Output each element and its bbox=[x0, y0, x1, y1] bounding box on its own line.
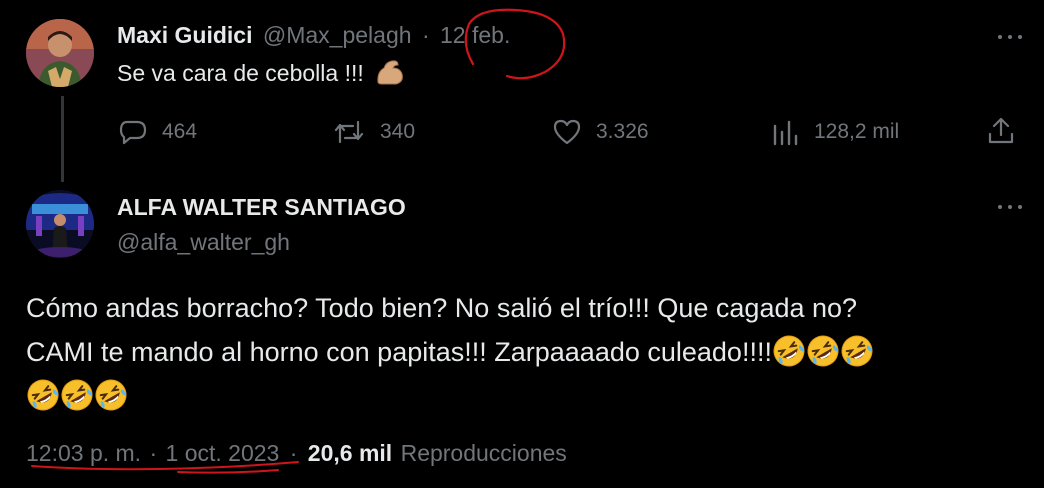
tweet-text-line-2-text: CAMI te mando al horno con papitas!!! Za… bbox=[26, 337, 772, 367]
separator: · bbox=[421, 22, 430, 48]
date-circle-annotation bbox=[464, 8, 566, 80]
like-count: 3.326 bbox=[596, 120, 649, 143]
reply-button[interactable]: 464 bbox=[118, 117, 197, 147]
handle[interactable]: @alfa_walter_gh bbox=[117, 229, 290, 256]
views-count: 128,2 mil bbox=[814, 120, 900, 143]
thread-line bbox=[61, 96, 64, 182]
tweet-text: Se va cara de cebolla !!! bbox=[117, 60, 364, 86]
retweet-count: 340 bbox=[380, 120, 416, 143]
display-name[interactable]: ALFA WALTER SANTIAGO bbox=[117, 194, 406, 221]
tweet-text-line-3 bbox=[26, 374, 1026, 418]
tweet2-text: Cómo andas borracho? Todo bien? No salió… bbox=[26, 286, 1026, 418]
tweet1-header: Maxi Guidici @Max_pelagh · 12 feb. bbox=[117, 22, 510, 49]
views-button[interactable]: 128,2 mil bbox=[770, 117, 899, 147]
retweet-icon bbox=[334, 120, 364, 144]
display-name[interactable]: Maxi Guidici bbox=[117, 22, 252, 48]
tweet-text-line-1: Cómo andas borracho? Todo bien? No salió… bbox=[26, 293, 858, 323]
date-underline-annotation bbox=[31, 461, 299, 474]
heart-icon bbox=[553, 119, 581, 145]
rolling-on-floor-laughing-icon bbox=[26, 378, 60, 412]
views-count[interactable]: 20,6 mil bbox=[308, 440, 392, 466]
rolling-on-floor-laughing-icon bbox=[60, 378, 94, 412]
views-label: Reproducciones bbox=[400, 440, 567, 466]
retweet-button[interactable]: 340 bbox=[332, 117, 415, 147]
like-button[interactable]: 3.326 bbox=[552, 117, 649, 147]
reply-count: 464 bbox=[162, 120, 198, 143]
views-chart-icon bbox=[773, 120, 798, 146]
reply-icon bbox=[119, 120, 147, 145]
more-options-button[interactable] bbox=[996, 197, 1026, 217]
avatar-image bbox=[26, 19, 94, 87]
rolling-on-floor-laughing-icon bbox=[772, 334, 806, 368]
avatar-image bbox=[26, 190, 94, 258]
share-button[interactable] bbox=[986, 116, 1016, 146]
share-icon bbox=[988, 117, 1014, 144]
avatar-alfa[interactable] bbox=[26, 190, 94, 258]
tweet-text-line-2: CAMI te mando al horno con papitas!!! Za… bbox=[26, 330, 1026, 374]
emoji-group bbox=[772, 334, 874, 368]
avatar-maxi[interactable] bbox=[26, 19, 94, 87]
flexed-biceps-icon bbox=[374, 56, 406, 88]
rolling-on-floor-laughing-icon bbox=[806, 334, 840, 368]
rolling-on-floor-laughing-icon bbox=[840, 334, 874, 368]
more-options-button[interactable] bbox=[996, 27, 1026, 47]
tweet1-text: Se va cara de cebolla !!! bbox=[117, 60, 406, 88]
rolling-on-floor-laughing-icon bbox=[94, 378, 128, 412]
handle[interactable]: @Max_pelagh bbox=[263, 22, 412, 48]
